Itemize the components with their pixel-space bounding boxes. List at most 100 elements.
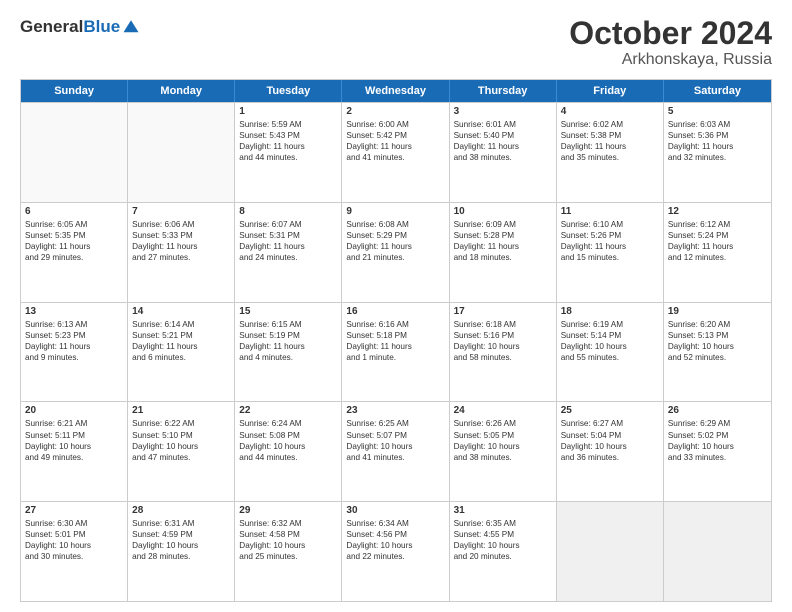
day-header-wednesday: Wednesday bbox=[342, 80, 449, 102]
day-number: 27 bbox=[25, 505, 123, 516]
cell-info-line: Sunset: 5:07 PM bbox=[346, 430, 444, 441]
cell-info-line: and 49 minutes. bbox=[25, 452, 123, 463]
calendar-cell-12: 12Sunrise: 6:12 AMSunset: 5:24 PMDayligh… bbox=[664, 203, 771, 302]
cell-info-line: and 22 minutes. bbox=[346, 551, 444, 562]
cell-info-line: and 47 minutes. bbox=[132, 452, 230, 463]
cell-info-line: Sunset: 5:26 PM bbox=[561, 230, 659, 241]
calendar-cell-27: 27Sunrise: 6:30 AMSunset: 5:01 PMDayligh… bbox=[21, 502, 128, 601]
calendar-cell-30: 30Sunrise: 6:34 AMSunset: 4:56 PMDayligh… bbox=[342, 502, 449, 601]
cell-info-line: and 29 minutes. bbox=[25, 252, 123, 263]
cell-info-line: Sunset: 5:19 PM bbox=[239, 330, 337, 341]
cell-info-line: Daylight: 10 hours bbox=[239, 540, 337, 551]
cell-info-line: Sunset: 5:29 PM bbox=[346, 230, 444, 241]
cell-info-line: Daylight: 11 hours bbox=[346, 141, 444, 152]
cell-info-line: Daylight: 11 hours bbox=[346, 341, 444, 352]
day-number: 13 bbox=[25, 306, 123, 317]
day-number: 31 bbox=[454, 505, 552, 516]
calendar: SundayMondayTuesdayWednesdayThursdayFrid… bbox=[20, 79, 772, 602]
logo: GeneralBlue bbox=[20, 16, 140, 37]
calendar-cell-28: 28Sunrise: 6:31 AMSunset: 4:59 PMDayligh… bbox=[128, 502, 235, 601]
cell-info-line: Sunset: 5:36 PM bbox=[668, 130, 767, 141]
cell-info-line: Sunset: 5:42 PM bbox=[346, 130, 444, 141]
cell-info-line: and 44 minutes. bbox=[239, 452, 337, 463]
cell-info-line: and 55 minutes. bbox=[561, 352, 659, 363]
calendar-cell-8: 8Sunrise: 6:07 AMSunset: 5:31 PMDaylight… bbox=[235, 203, 342, 302]
cell-info-line: Sunrise: 6:25 AM bbox=[346, 418, 444, 429]
calendar-cell-22: 22Sunrise: 6:24 AMSunset: 5:08 PMDayligh… bbox=[235, 402, 342, 501]
day-number: 24 bbox=[454, 405, 552, 416]
calendar-cell-empty bbox=[557, 502, 664, 601]
cell-info-line: and 15 minutes. bbox=[561, 252, 659, 263]
day-number: 23 bbox=[346, 405, 444, 416]
calendar-cell-empty bbox=[128, 103, 235, 202]
day-number: 11 bbox=[561, 206, 659, 217]
calendar-row-3: 13Sunrise: 6:13 AMSunset: 5:23 PMDayligh… bbox=[21, 302, 771, 402]
day-number: 29 bbox=[239, 505, 337, 516]
cell-info-line: and 25 minutes. bbox=[239, 551, 337, 562]
cell-info-line: Sunset: 5:10 PM bbox=[132, 430, 230, 441]
cell-info-line: Daylight: 10 hours bbox=[346, 540, 444, 551]
cell-info-line: and 58 minutes. bbox=[454, 352, 552, 363]
cell-info-line: Daylight: 11 hours bbox=[561, 241, 659, 252]
cell-info-line: Sunset: 5:35 PM bbox=[25, 230, 123, 241]
calendar-cell-23: 23Sunrise: 6:25 AMSunset: 5:07 PMDayligh… bbox=[342, 402, 449, 501]
calendar-cell-3: 3Sunrise: 6:01 AMSunset: 5:40 PMDaylight… bbox=[450, 103, 557, 202]
calendar-cell-20: 20Sunrise: 6:21 AMSunset: 5:11 PMDayligh… bbox=[21, 402, 128, 501]
cell-info-line: Sunrise: 6:14 AM bbox=[132, 319, 230, 330]
cell-info-line: and 4 minutes. bbox=[239, 352, 337, 363]
cell-info-line: Sunrise: 6:00 AM bbox=[346, 119, 444, 130]
day-number: 30 bbox=[346, 505, 444, 516]
cell-info-line: and 12 minutes. bbox=[668, 252, 767, 263]
cell-info-line: Sunrise: 6:10 AM bbox=[561, 219, 659, 230]
cell-info-line: Sunset: 5:16 PM bbox=[454, 330, 552, 341]
cell-info-line: Sunset: 5:13 PM bbox=[668, 330, 767, 341]
calendar-cell-10: 10Sunrise: 6:09 AMSunset: 5:28 PMDayligh… bbox=[450, 203, 557, 302]
cell-info-line: Sunrise: 6:05 AM bbox=[25, 219, 123, 230]
cell-info-line: Sunrise: 6:30 AM bbox=[25, 518, 123, 529]
cell-info-line: and 36 minutes. bbox=[561, 452, 659, 463]
logo-general: GeneralBlue bbox=[20, 16, 120, 37]
calendar-cell-2: 2 Sunrise: 6:00 AMSunset: 5:42 PMDaylight… bbox=[342, 103, 449, 202]
cell-info-line: Daylight: 11 hours bbox=[561, 141, 659, 152]
day-number: 6 bbox=[25, 206, 123, 217]
cell-info-line: Sunrise: 6:35 AM bbox=[454, 518, 552, 529]
cell-info-line: Sunset: 5:21 PM bbox=[132, 330, 230, 341]
cell-info-line: Sunrise: 6:06 AM bbox=[132, 219, 230, 230]
logo-icon bbox=[122, 18, 140, 36]
cell-info-line: Daylight: 11 hours bbox=[668, 241, 767, 252]
day-number: 5 bbox=[668, 106, 767, 117]
cell-info-line: Sunrise: 6:02 AM bbox=[561, 119, 659, 130]
cell-info-line: Sunrise: 6:18 AM bbox=[454, 319, 552, 330]
calendar-cell-24: 24Sunrise: 6:26 AMSunset: 5:05 PMDayligh… bbox=[450, 402, 557, 501]
cell-info-line: and 28 minutes. bbox=[132, 551, 230, 562]
cell-info-line: Sunrise: 6:07 AM bbox=[239, 219, 337, 230]
day-number: 2 bbox=[346, 106, 444, 117]
cell-info-line: Daylight: 10 hours bbox=[454, 341, 552, 352]
calendar-cell-6: 6Sunrise: 6:05 AMSunset: 5:35 PMDaylight… bbox=[21, 203, 128, 302]
day-number: 17 bbox=[454, 306, 552, 317]
day-number: 26 bbox=[668, 405, 767, 416]
cell-info-line: and 6 minutes. bbox=[132, 352, 230, 363]
day-number: 28 bbox=[132, 505, 230, 516]
cell-info-line: Sunset: 5:40 PM bbox=[454, 130, 552, 141]
calendar-cell-empty bbox=[21, 103, 128, 202]
cell-info-line: Sunset: 5:28 PM bbox=[454, 230, 552, 241]
cell-info-line: Sunset: 5:02 PM bbox=[668, 430, 767, 441]
cell-info-line: Sunset: 5:11 PM bbox=[25, 430, 123, 441]
cell-info-line: Sunrise: 6:20 AM bbox=[668, 319, 767, 330]
cell-info-line: and 41 minutes. bbox=[346, 452, 444, 463]
cell-info-line: Daylight: 10 hours bbox=[239, 441, 337, 452]
cell-info-line: Daylight: 11 hours bbox=[25, 341, 123, 352]
cell-info-line: Sunset: 5:31 PM bbox=[239, 230, 337, 241]
day-number: 20 bbox=[25, 405, 123, 416]
cell-info-line: Sunrise: 6:26 AM bbox=[454, 418, 552, 429]
cell-info-line: Daylight: 11 hours bbox=[239, 241, 337, 252]
day-number: 22 bbox=[239, 405, 337, 416]
day-number: 12 bbox=[668, 206, 767, 217]
day-number: 1 bbox=[239, 106, 337, 117]
calendar-row-4: 20Sunrise: 6:21 AMSunset: 5:11 PMDayligh… bbox=[21, 401, 771, 501]
cell-info-line: and 9 minutes. bbox=[25, 352, 123, 363]
cell-info-line: Sunset: 5:14 PM bbox=[561, 330, 659, 341]
calendar-row-2: 6 Sunrise: 6:05 AMSunset: 5:35 PM Daylight… bbox=[21, 202, 771, 302]
calendar-row-1: 1Sunrise: 5:59 AMSunset: 5:43 PMDaylight… bbox=[21, 102, 771, 202]
